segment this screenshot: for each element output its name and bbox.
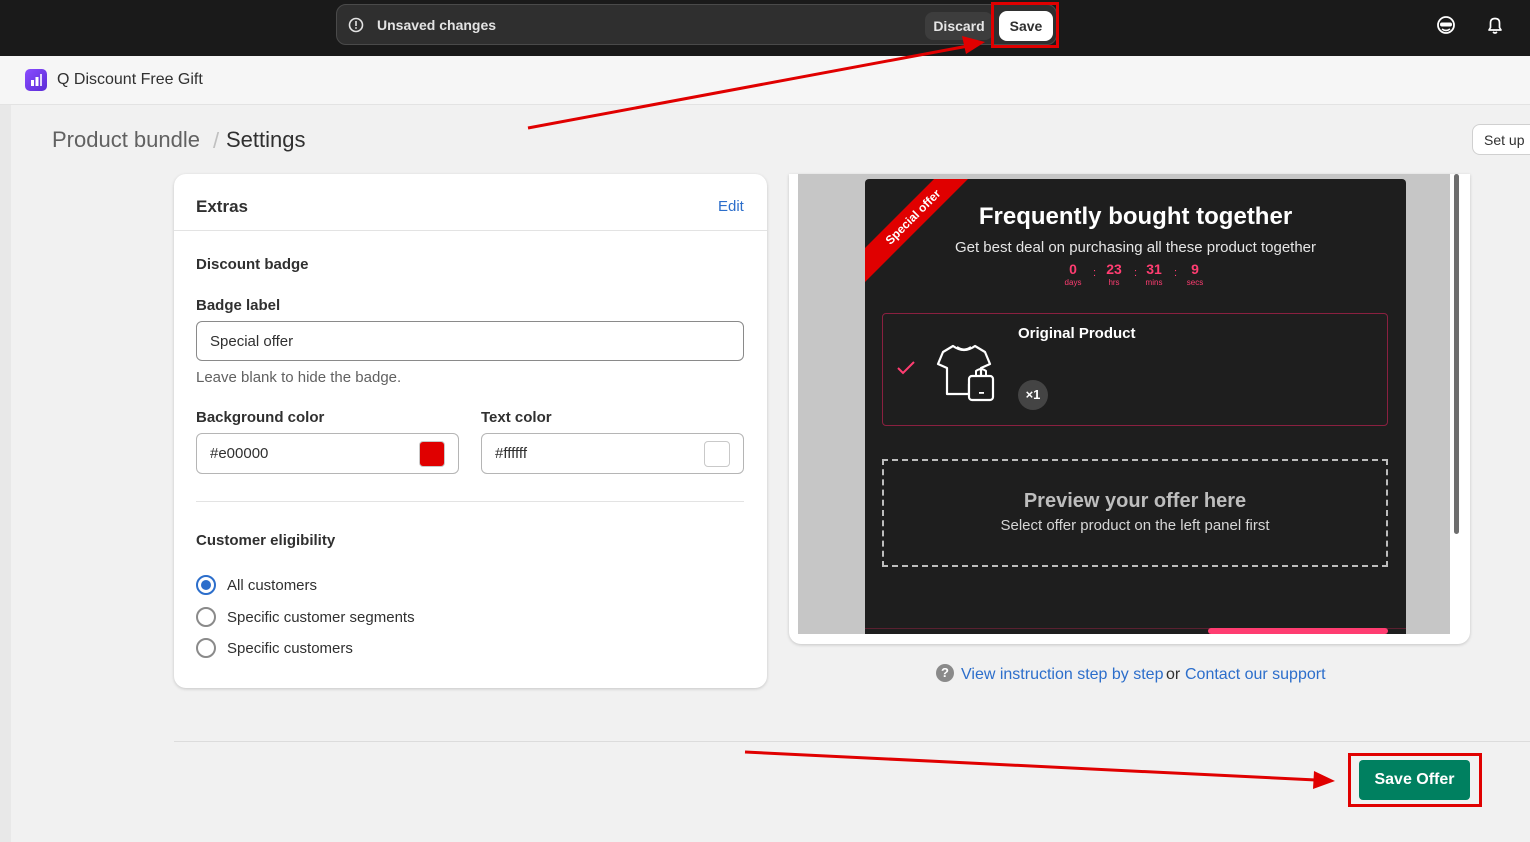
divider — [174, 741, 1530, 742]
countdown-seconds: 9 secs — [1186, 261, 1204, 287]
arrowhead-icon — [1313, 771, 1335, 789]
radio-button[interactable] — [196, 575, 216, 595]
save-offer-highlight-box — [1348, 753, 1482, 807]
page-title: Settings — [226, 127, 306, 152]
radio-button[interactable] — [196, 607, 216, 627]
bell-icon[interactable] — [1484, 14, 1506, 36]
alert-circle-icon — [348, 17, 364, 33]
top-bar: Unsaved changes Discard Save — [0, 0, 1530, 56]
left-strip — [0, 105, 11, 842]
discard-button[interactable]: Discard — [925, 12, 993, 40]
text-color-swatch[interactable] — [704, 441, 730, 467]
divider — [196, 501, 744, 502]
setup-button[interactable]: Set up — [1472, 124, 1530, 155]
quantity-badge: ×1 — [1018, 380, 1048, 410]
radio-label: Specific customers — [227, 640, 353, 657]
preview-stage[interactable]: Special offer Frequently bought together… — [798, 174, 1450, 634]
discount-badge-title: Discount badge — [196, 256, 309, 273]
question-icon: ? — [936, 664, 954, 682]
sidekick-icon[interactable] — [1435, 14, 1457, 36]
radio-button[interactable] — [196, 638, 216, 658]
preview-card: Special offer Frequently bought together… — [789, 174, 1470, 644]
app-name: Q Discount Free Gift — [57, 71, 203, 88]
divider — [174, 230, 767, 231]
widget-subtitle: Get best deal on purchasing all these pr… — [954, 239, 1317, 256]
breadcrumb-parent[interactable]: Product bundle — [52, 127, 200, 153]
badge-label-input[interactable]: Special offer — [196, 321, 744, 361]
breadcrumb-separator: / — [213, 128, 220, 153]
extras-card: Extras Edit Discount badge Badge label S… — [174, 174, 767, 688]
radio-label: Specific customer segments — [227, 609, 415, 626]
extras-title: Extras — [196, 197, 248, 216]
widget-title: Frequently bought together — [978, 203, 1293, 230]
instruction-link[interactable]: View instruction step by step — [961, 666, 1163, 684]
unsaved-changes-bar: Unsaved changes Discard Save — [336, 4, 1057, 45]
add-to-cart-button-edge — [1208, 628, 1388, 634]
original-product-box: Original Product ×1 — [882, 313, 1388, 426]
help-or-text: or — [1166, 666, 1181, 683]
radio-label: All customers — [227, 577, 318, 594]
app-header: Q Discount Free Gift — [0, 56, 1530, 105]
text-color-label: Text color — [481, 409, 552, 426]
background-color-label: Background color — [196, 409, 325, 426]
background-color-value: #e00000 — [210, 445, 269, 462]
text-color-input[interactable]: #ffffff — [481, 433, 744, 474]
app-logo-icon — [25, 69, 47, 91]
bundle-widget-preview: Special offer Frequently bought together… — [865, 179, 1406, 634]
preview-scrollbar[interactable] — [1454, 174, 1459, 534]
background-color-input[interactable]: #e00000 — [196, 433, 459, 474]
product-name: Original Product — [1018, 325, 1136, 342]
background-color-swatch[interactable] — [419, 441, 445, 467]
tshirt-icon — [936, 344, 995, 402]
arrow-to-save-offer — [744, 750, 1317, 782]
countdown-timer: 0 days : 23 hrs : 31 mins : 9 secs — [1055, 261, 1215, 289]
unsaved-changes-text: Unsaved changes — [377, 17, 497, 33]
check-icon — [897, 361, 915, 375]
countdown-minutes: 31 mins — [1145, 261, 1163, 287]
edit-link[interactable]: Edit — [718, 198, 744, 215]
save-highlight-box — [991, 2, 1059, 48]
countdown-days: 0 days — [1064, 261, 1082, 287]
offer-placeholder-box: Preview your offer here Select offer pro… — [882, 459, 1388, 567]
contact-support-link[interactable]: Contact our support — [1185, 666, 1326, 684]
badge-help-text: Leave blank to hide the badge. — [196, 369, 402, 386]
badge-label-label: Badge label — [196, 297, 281, 314]
countdown-hours: 23 hrs — [1106, 261, 1122, 287]
text-color-value: #ffffff — [495, 445, 527, 462]
offer-placeholder-title: Preview your offer here — [1023, 490, 1247, 512]
offer-placeholder-subtitle: Select offer product on the left panel f… — [1000, 517, 1270, 534]
customer-eligibility-title: Customer eligibility — [196, 532, 336, 549]
